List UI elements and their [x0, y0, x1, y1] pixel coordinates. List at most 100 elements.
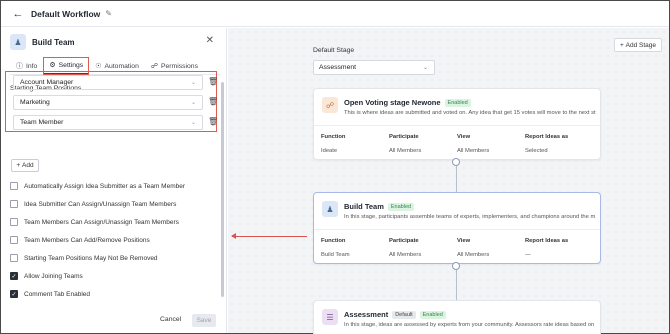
stage-title-text: Assessment	[344, 310, 389, 319]
column-value: —	[525, 252, 531, 258]
column-header: Function	[321, 134, 346, 140]
trash-icon[interactable]: 🗑	[208, 97, 218, 106]
automation-icon: ☉	[95, 63, 102, 70]
stage-title: Assessment Default Enabled	[344, 310, 446, 319]
position-value: Marketing	[20, 99, 50, 106]
tab-label: Automation	[104, 62, 139, 70]
column-value: Selected	[525, 148, 548, 154]
back-arrow-icon[interactable]: ←	[9, 5, 27, 23]
position-select[interactable]: Marketing ⌄	[13, 95, 203, 110]
trash-icon[interactable]: 🗑	[208, 117, 218, 126]
checkbox[interactable]	[10, 200, 18, 208]
stage-details: Function Ideate Participate All Members Vi…	[321, 134, 595, 154]
connector-handle[interactable]	[452, 158, 460, 166]
tab-label: Permissions	[160, 62, 198, 70]
column-header: Report Ideas as	[525, 238, 569, 244]
stage-description: This is where ideas are submitted and vo…	[344, 110, 596, 116]
option-label: Team Members Can Assign/Unassign Team Me…	[24, 218, 179, 226]
panel-scrollbar[interactable]	[221, 82, 224, 297]
divider	[314, 125, 600, 126]
option-checkbox[interactable]: Starting Team Positions May Not Be Remov…	[10, 254, 158, 262]
position-select[interactable]: Team Member ⌄	[13, 115, 203, 130]
add-position-button[interactable]: + Add	[11, 159, 39, 172]
connector-handle[interactable]	[452, 262, 460, 270]
stage-connector-line	[456, 270, 457, 302]
chevron-down-icon: ⌄	[190, 80, 196, 86]
stage-title-text: Open Voting stage Newone	[344, 98, 441, 107]
stage-details: Function Build Team Participate All Member…	[321, 238, 595, 258]
option-checkbox[interactable]: ✓ Allow Joining Teams	[10, 272, 83, 280]
chevron-down-icon: ⌄	[190, 100, 196, 106]
add-label: Add	[22, 162, 34, 169]
option-checkbox[interactable]: ✓ Comment Tab Enabled	[10, 290, 90, 298]
column-value: Build Team	[321, 252, 350, 258]
checkbox-checked[interactable]: ✓	[10, 272, 18, 280]
gear-icon: ⚙	[49, 62, 56, 69]
default-badge: Default	[392, 310, 416, 319]
panel-title: Build Team	[32, 37, 75, 47]
column-value: All Members	[389, 252, 422, 258]
info-icon: ⓘ	[16, 63, 23, 70]
status-badge: Enabled	[419, 310, 446, 319]
workflow-canvas[interactable]	[228, 28, 669, 333]
column-header: Report Ideas as	[525, 134, 569, 140]
workflow-title: Default Workflow	[31, 8, 101, 19]
checkbox[interactable]	[10, 236, 18, 244]
permissions-icon: ☍	[150, 63, 158, 70]
chevron-down-icon: ⌄	[422, 65, 428, 71]
default-stage-value: Assessment	[319, 64, 357, 71]
save-button[interactable]: Save	[192, 314, 216, 327]
option-checkbox[interactable]: Team Members Can Assign/Unassign Team Me…	[10, 218, 179, 226]
column-header: Function	[321, 238, 346, 244]
option-checkbox[interactable]: Idea Submitter Can Assign/Unassign Team …	[10, 200, 176, 208]
team-icon: ♟	[10, 34, 26, 50]
panel-header: ♟ Build Team	[10, 34, 75, 50]
close-icon[interactable]: ✕	[206, 35, 214, 46]
cancel-button[interactable]: Cancel	[160, 316, 181, 323]
option-checkbox[interactable]: Automatically Assign Idea Submitter as a…	[10, 182, 185, 190]
status-badge: Enabled	[444, 98, 471, 107]
add-stage-label: Add Stage	[625, 41, 656, 49]
column-value: All Members	[389, 148, 422, 154]
checkbox[interactable]	[10, 218, 18, 226]
status-badge: Enabled	[387, 202, 415, 211]
column-header: View	[457, 238, 471, 244]
stage-title-text: Build Team	[344, 202, 384, 211]
option-label: Automatically Assign Idea Submitter as a…	[24, 182, 186, 190]
position-value: Team Member	[20, 119, 64, 126]
checkbox[interactable]	[10, 254, 18, 262]
default-stage-label: Default Stage	[313, 47, 355, 54]
stage-description: In this stage, participants assemble tea…	[344, 214, 596, 220]
option-label: Allow Joining Teams	[24, 272, 83, 280]
stage-title: Build Team Enabled	[344, 202, 415, 211]
option-label: Starting Team Positions May Not Be Remov…	[24, 254, 158, 262]
trash-icon[interactable]: 🗑	[208, 77, 218, 86]
stage-card[interactable]: ☍ Open Voting stage Newone Enabled This i…	[313, 88, 601, 160]
pencil-icon[interactable]: ✎	[105, 9, 112, 18]
position-value: Account Manager	[20, 79, 74, 86]
voting-icon: ☍	[322, 97, 338, 113]
assessment-icon: ☰	[322, 309, 338, 325]
tab-label: Settings	[58, 61, 84, 69]
stage-card-selected[interactable]: ♟ Build Team Enabled In this stage, parti…	[313, 192, 601, 264]
divider	[314, 229, 600, 230]
annotation-arrow	[231, 233, 307, 239]
column-value: All Members	[457, 252, 490, 258]
position-select[interactable]: Account Manager ⌄	[13, 75, 203, 90]
checkbox[interactable]	[10, 182, 18, 190]
column-value: Ideate	[321, 148, 338, 154]
team-icon: ♟	[322, 201, 338, 217]
option-label: Idea Submitter Can Assign/Unassign Team …	[24, 200, 177, 208]
stage-description: In this stage, ideas are assessed by exp…	[344, 322, 596, 328]
stage-title: Open Voting stage Newone Enabled	[344, 98, 471, 107]
option-label: Comment Tab Enabled	[24, 290, 91, 298]
chevron-down-icon: ⌄	[190, 120, 196, 126]
add-stage-button[interactable]: + Add Stage	[614, 38, 662, 52]
column-header: Participate	[389, 238, 419, 244]
stage-card[interactable]: ☰ Assessment Default Enabled In this stage…	[313, 300, 601, 334]
option-checkbox[interactable]: Team Members Can Add/Remove Positions	[10, 236, 150, 244]
column-header: Participate	[389, 134, 419, 140]
top-bar: ← Default Workflow ✎	[1, 1, 669, 27]
checkbox-checked[interactable]: ✓	[10, 290, 18, 298]
default-stage-select[interactable]: Assessment ⌄	[313, 60, 435, 75]
